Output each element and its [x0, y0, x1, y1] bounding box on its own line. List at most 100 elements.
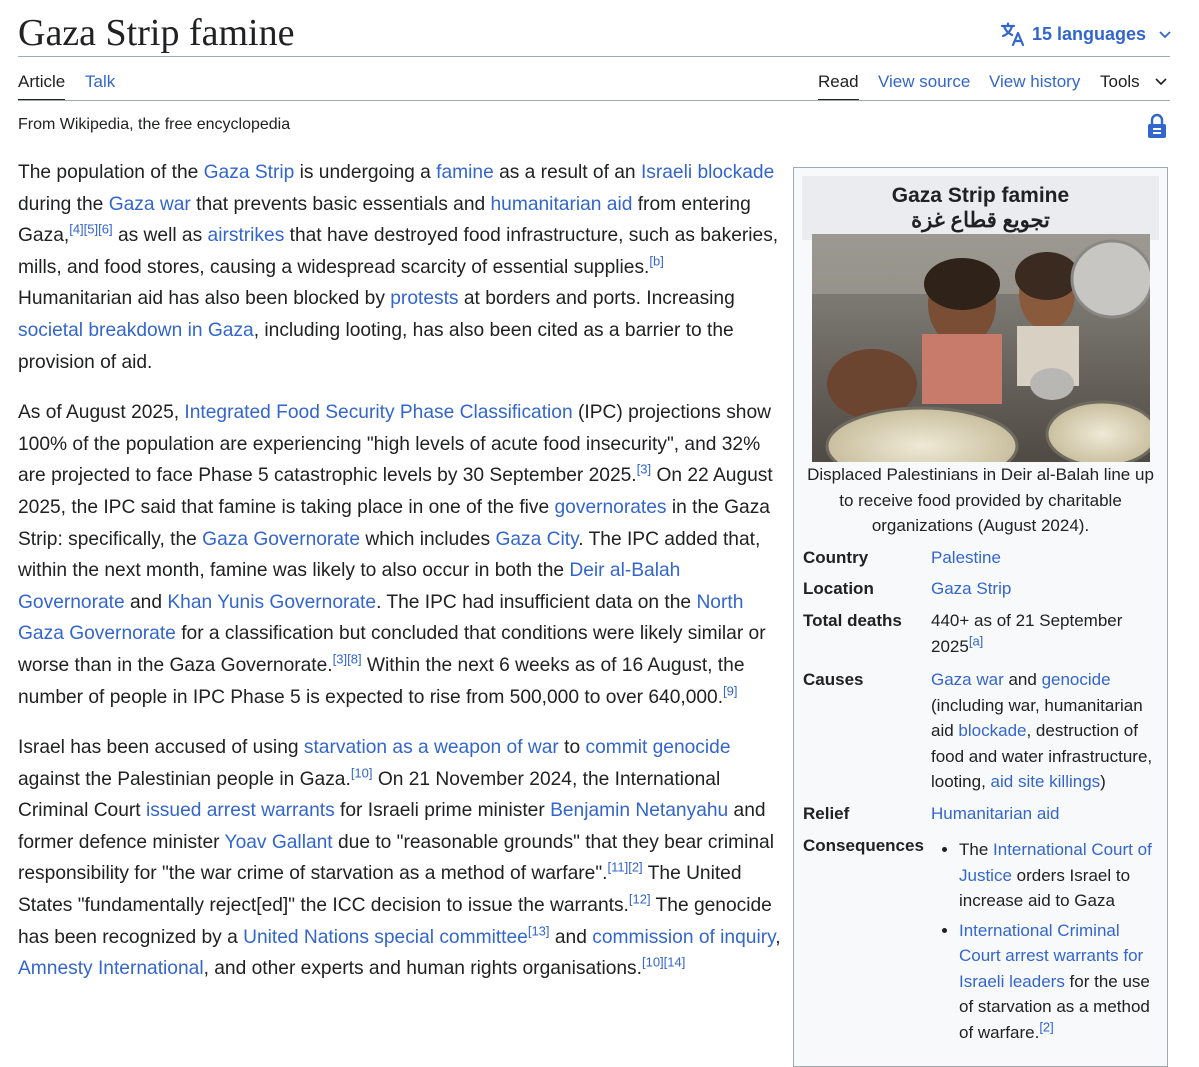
translate-icon — [1000, 22, 1025, 47]
infobox-title: Gaza Strip famine — [891, 184, 1070, 207]
text: and — [549, 926, 593, 948]
citation[interactable]: [10] — [642, 955, 664, 970]
infobox-photo[interactable] — [812, 234, 1150, 462]
link-khan-yunis[interactable]: Khan Yunis Governorate — [167, 592, 376, 613]
link-israeli-blockade[interactable]: Israeli blockade — [641, 162, 774, 183]
infobox: Gaza Strip famine تجويع قطاع غزة Displac… — [793, 167, 1168, 1067]
tab-view-source[interactable]: View source — [878, 71, 970, 93]
citation[interactable]: [13] — [528, 923, 550, 938]
link-gallant[interactable]: Yoav Gallant — [225, 832, 333, 853]
link-arrest-warrants[interactable]: issued arrest warrants — [146, 800, 335, 821]
link-gaza-governorate[interactable]: Gaza Governorate — [202, 529, 360, 550]
lock-icon[interactable] — [1146, 113, 1168, 139]
text: is undergoing a — [294, 162, 437, 183]
link-famine[interactable]: famine — [436, 162, 494, 183]
link-airstrikes[interactable]: airstrikes — [208, 225, 285, 246]
citation[interactable]: [12] — [629, 892, 651, 907]
citation[interactable]: [2] — [1039, 1019, 1053, 1034]
link-amnesty[interactable]: Amnesty International — [18, 958, 204, 979]
chevron-down-icon[interactable] — [1154, 74, 1168, 88]
link-humanitarian-aid[interactable]: humanitarian aid — [491, 194, 633, 215]
link-genocide[interactable]: genocide — [1042, 670, 1111, 689]
link-gaza-strip[interactable]: Gaza Strip — [931, 576, 1161, 602]
page-title: Gaza Strip famine — [18, 12, 295, 54]
text: for Israeli prime minister — [334, 800, 551, 822]
text: which includes — [360, 528, 496, 550]
text: . The IPC had insufficient data on the — [376, 591, 697, 613]
link-governorates[interactable]: governorates — [555, 497, 667, 518]
link-humanitarian-aid[interactable]: Humanitarian aid — [931, 801, 1161, 827]
link-societal-breakdown[interactable]: societal breakdown in Gaza — [18, 320, 254, 341]
row-label: Causes — [803, 670, 864, 689]
row-value: 440+ as of 21 September 2025[a] — [931, 608, 1161, 659]
languages-button[interactable]: 15 languages — [1000, 18, 1172, 50]
citation[interactable]: [5] — [84, 222, 98, 237]
link-gaza-strip[interactable]: Gaza Strip — [204, 162, 295, 183]
text: The population of the — [18, 162, 204, 183]
text: against the Palestinian people in Gaza. — [18, 768, 351, 790]
tab-view-history[interactable]: View history — [989, 71, 1080, 93]
text: at borders and ports. Increasing — [458, 288, 735, 310]
citation[interactable]: [2] — [628, 860, 642, 875]
article-body: The population of the Gaza Strip is unde… — [18, 157, 783, 1004]
tab-talk[interactable]: Talk — [85, 71, 115, 93]
link-palestine[interactable]: Palestine — [931, 545, 1161, 571]
chevron-down-icon — [1159, 31, 1171, 39]
citation[interactable]: [14] — [664, 955, 686, 970]
infobox-caption: Displaced Palestinians in Deir al-Balah … — [807, 465, 1154, 535]
citation[interactable]: [6] — [98, 222, 112, 237]
note[interactable]: [a] — [969, 633, 983, 648]
link-commission-of-inquiry[interactable]: commission of inquiry — [592, 927, 775, 948]
citation[interactable]: [4] — [69, 222, 83, 237]
row-label: Country — [803, 548, 869, 567]
citation[interactable]: [8] — [347, 652, 361, 667]
link-protests[interactable]: protests — [390, 288, 458, 309]
row-value: Gaza war and genocide (including war, hu… — [931, 667, 1161, 795]
paragraph-2: As of August 2025, Integrated Food Secur… — [18, 397, 783, 713]
citation[interactable]: [3] — [333, 652, 347, 667]
list-item: The International Court of Justice order… — [959, 837, 1161, 914]
tabs-divider — [18, 100, 1170, 101]
languages-label: 15 languages — [1032, 23, 1147, 44]
link-aid-site-killings[interactable]: aid site killings — [991, 772, 1101, 791]
citation[interactable]: [11] — [608, 860, 629, 875]
site-tagline: From Wikipedia, the free encyclopedia — [18, 116, 291, 133]
link-ipc[interactable]: Integrated Food Security Phase Classific… — [184, 402, 572, 423]
text: ) — [1100, 772, 1106, 791]
text: The — [959, 840, 994, 859]
citation[interactable]: [9] — [723, 683, 737, 698]
tab-article[interactable]: Article — [18, 71, 66, 101]
link-commit-genocide[interactable]: commit genocide — [585, 737, 730, 758]
link-starvation-weapon[interactable]: starvation as a weapon of war — [304, 737, 559, 758]
link-gaza-war[interactable]: Gaza war — [109, 194, 191, 215]
title-divider — [18, 56, 1170, 57]
link-un-committee[interactable]: United Nations special committee — [243, 927, 528, 948]
row-label: Consequences — [803, 836, 924, 855]
text: as a result of an — [493, 162, 641, 183]
link-netanyahu[interactable]: Benjamin Netanyahu — [550, 800, 728, 821]
infobox-subtitle: تجويع قطاع غزة — [911, 209, 1050, 232]
link-gaza-city[interactable]: Gaza City — [495, 529, 578, 550]
paragraph-3: Israel has been accused of using starvat… — [18, 732, 783, 985]
link-blockade[interactable]: blockade — [958, 721, 1026, 740]
text: to — [558, 737, 586, 759]
row-label: Location — [803, 579, 874, 598]
text: As of August 2025, — [18, 402, 185, 424]
row-label: Total deaths — [803, 611, 902, 630]
citation[interactable]: [3] — [637, 462, 651, 477]
citation[interactable]: [10] — [351, 765, 373, 780]
tools-menu[interactable]: Tools — [1100, 71, 1140, 93]
tab-read[interactable]: Read — [818, 71, 859, 101]
paragraph-1: The population of the Gaza Strip is unde… — [18, 157, 783, 378]
text: Humanitarian aid has also been blocked b… — [18, 288, 391, 310]
text: that prevents basic essentials and — [190, 193, 491, 215]
infobox-header: Gaza Strip famine تجويع قطاع غزة — [802, 176, 1159, 240]
row-label: Relief — [803, 804, 850, 823]
link-gaza-war[interactable]: Gaza war — [931, 670, 1004, 689]
text: and — [1003, 670, 1042, 689]
text: , and other experts and human rights org… — [203, 958, 642, 980]
text: and — [124, 591, 168, 613]
text: Israel has been accused of using — [18, 737, 304, 759]
note[interactable]: [b] — [649, 253, 663, 268]
text: during the — [18, 193, 109, 215]
